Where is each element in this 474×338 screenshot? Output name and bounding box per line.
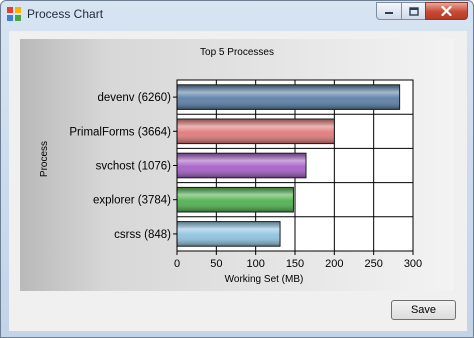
maximize-icon xyxy=(408,6,419,16)
x-tick-label: 0 xyxy=(174,258,180,270)
x-tick-label: 200 xyxy=(325,258,343,270)
close-button[interactable] xyxy=(425,2,468,20)
category-label: PrimalForms (3664) xyxy=(69,126,171,138)
window-title: Process Chart xyxy=(27,7,104,21)
y-axis-label: Process xyxy=(39,141,50,177)
x-tick-label: 150 xyxy=(286,258,304,270)
chart-area: Top 5 Processes Working Set (MB) Process… xyxy=(20,39,454,291)
bar-chart: Top 5 Processes Working Set (MB) Process… xyxy=(39,47,422,285)
x-tick-label: 100 xyxy=(246,258,264,270)
save-button[interactable]: Save xyxy=(391,300,456,320)
chart-title: Top 5 Processes xyxy=(200,47,274,58)
category-label: csrss (848) xyxy=(114,229,171,241)
bar-shading xyxy=(176,221,281,247)
bar-shading xyxy=(176,152,307,179)
client-area: Top 5 Processes Working Set (MB) Process… xyxy=(9,31,467,331)
x-tick-label: 300 xyxy=(404,258,422,270)
process-chart-window: Process Chart Top 5 Processes Working Se… xyxy=(0,0,474,338)
maximize-button[interactable] xyxy=(401,2,426,20)
category-label: svchost (1076) xyxy=(96,161,172,173)
app-icon xyxy=(7,7,21,21)
bar-shading xyxy=(176,84,401,110)
x-tick-label: 50 xyxy=(210,258,222,270)
category-label: devenv (6260) xyxy=(97,92,171,104)
title-bar[interactable]: Process Chart xyxy=(1,1,473,27)
bar-shading xyxy=(176,186,294,213)
x-tick-label: 250 xyxy=(364,258,382,270)
close-icon xyxy=(441,6,452,16)
bar-shading xyxy=(176,118,335,145)
x-axis-label: Working Set (MB) xyxy=(225,274,304,285)
category-label: explorer (3784) xyxy=(93,195,171,207)
minimize-button[interactable] xyxy=(376,2,402,20)
minimize-icon xyxy=(385,12,393,14)
